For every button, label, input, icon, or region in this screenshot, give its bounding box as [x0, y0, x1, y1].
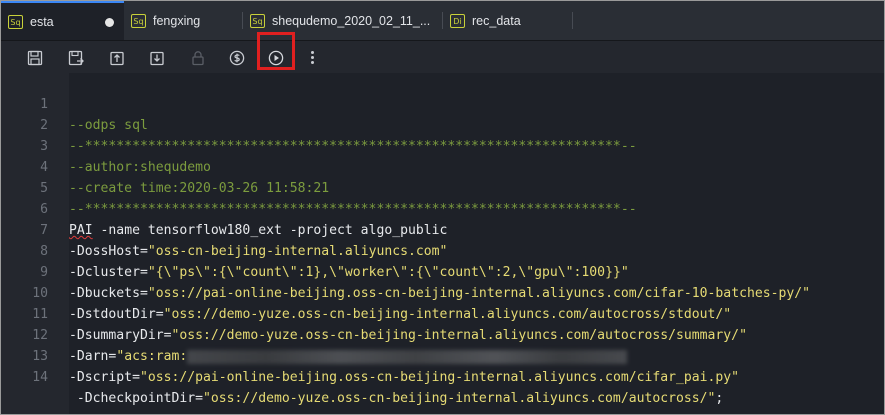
string-token: "oss://demo-yuze.oss-cn-beijing-internal… — [203, 391, 716, 406]
more-icon[interactable] — [309, 51, 315, 65]
unsaved-dot-icon[interactable] — [105, 18, 114, 27]
run-button-highlight — [257, 32, 295, 70]
tab-fengxing[interactable]: Sq fengxing — [124, 1, 243, 40]
code-line: 5 --************************************… — [1, 157, 884, 217]
tab-separator — [572, 12, 573, 29]
download-icon — [150, 51, 164, 66]
lock-button[interactable] — [187, 47, 209, 69]
code-line: 7 -DossHost="oss-cn-beijing-internal.ali… — [1, 199, 884, 259]
code-line: 2 --************************************… — [1, 94, 884, 154]
publish-button[interactable] — [146, 47, 168, 69]
line-number: 14 — [32, 370, 48, 385]
code-line: 9 -Dbuckets="oss://pai-online-beijing.os… — [1, 241, 884, 301]
save-button[interactable] — [24, 47, 46, 69]
sql-file-icon: Sq — [131, 13, 146, 28]
code-line: 6 PAI -name tensorflow180_ext -project a… — [1, 178, 884, 238]
code-line: 3 --author:shequdemo — [1, 115, 884, 175]
string-token: "oss://pai-online-beijing.oss-cn-beijing… — [139, 370, 740, 385]
sql-editor-window: Sq esta Sq fengxing Sq shequdemo_2020_02… — [0, 0, 885, 415]
code-line: 10 -DstdoutDir="oss://demo-yuze.oss-cn-b… — [1, 262, 884, 322]
lock-icon — [192, 51, 204, 66]
save-as-button[interactable] — [65, 47, 87, 69]
save-icon — [27, 50, 43, 66]
code-line: 12 -Darn="acs:ram: — [1, 304, 884, 364]
cost-estimate-button[interactable] — [226, 47, 248, 69]
code-line: 1 --odps sql — [1, 73, 884, 133]
editor-toolbar — [1, 41, 884, 74]
code-line: 11 -DsummaryDir="oss://demo-yuze.oss-cn-… — [1, 283, 884, 343]
param-token: -DcheckpointDir= — [69, 391, 204, 406]
code-line: 13 -Dscript="oss://pai-online-beijing.os… — [1, 325, 884, 385]
tab-esta[interactable]: Sq esta — [1, 1, 124, 40]
code-line: 4 --create time:2020-03-26 11:58:21 — [1, 136, 884, 196]
code-editor[interactable]: 1 --odps sql 2 --***********************… — [1, 73, 884, 414]
code-line: 14 -DcheckpointDir="oss://demo-yuze.oss-… — [1, 346, 884, 406]
code-text: -DcheckpointDir="oss://demo-yuze.oss-cn-… — [69, 388, 723, 409]
save-as-icon — [68, 50, 84, 66]
tab-bar: Sq esta Sq fengxing Sq shequdemo_2020_02… — [1, 1, 884, 41]
upload-icon — [110, 51, 124, 66]
submit-button[interactable] — [106, 47, 128, 69]
tab-label: rec_data — [472, 13, 521, 28]
code-token: ; — [715, 391, 724, 406]
sql-file-icon: Sq — [8, 14, 23, 29]
code-line: 8 -Dcluster="{\"ps\":{\"count\":1},\"wor… — [1, 220, 884, 280]
tab-label: fengxing — [153, 13, 201, 28]
param-token: -Dscript= — [69, 370, 140, 385]
tab-rec-data[interactable]: Di rec_data — [443, 1, 573, 40]
di-file-icon: Di — [450, 13, 465, 28]
tab-label: esta — [30, 14, 54, 29]
code-text: -Dscript="oss://pai-online-beijing.oss-c… — [69, 367, 739, 388]
cost-estimate-icon — [229, 50, 245, 66]
tab-label: shequdemo_2020_02_11_... — [272, 13, 431, 28]
sql-file-icon: Sq — [250, 13, 265, 28]
